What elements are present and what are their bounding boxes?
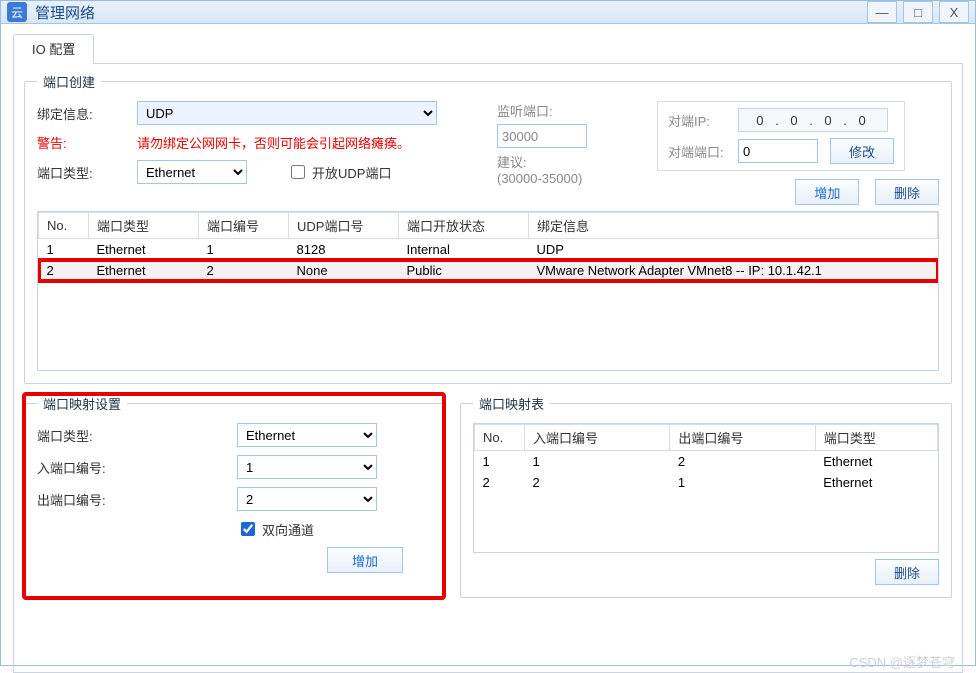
app-window: 云 管理网络 — □ X IO 配置 端口创建 绑定信息:: [0, 0, 976, 666]
open-udp-label: 开放UDP端口: [312, 163, 391, 182]
add-port-button[interactable]: 增加: [795, 179, 859, 205]
tab-strip: IO 配置: [13, 34, 963, 64]
peer-ip-input[interactable]: 0 . 0 . 0 . 0: [738, 108, 888, 132]
window-controls: — □ X: [867, 1, 969, 23]
delete-port-button[interactable]: 删除: [875, 179, 939, 205]
listen-port-label: 监听端口:: [497, 101, 627, 120]
maximize-button[interactable]: □: [903, 1, 933, 23]
open-udp-checkbox[interactable]: [291, 165, 305, 179]
bind-info-label: 绑定信息:: [37, 104, 137, 123]
watermark-text: CSDN @逐梦苍穹: [849, 652, 955, 671]
map-type-select[interactable]: Ethernet: [237, 423, 377, 447]
suggest-label: 建议:: [497, 152, 627, 171]
tab-io-config[interactable]: IO 配置: [13, 34, 94, 64]
content-area: IO 配置 端口创建 绑定信息: UDP 警: [1, 24, 975, 673]
table-row[interactable]: 1 1 2 Ethernet: [475, 451, 938, 473]
suggest-range: (30000-35000): [497, 171, 627, 186]
port-table: No. 端口类型 端口编号 UDP端口号 端口开放状态 绑定信息 1: [38, 212, 938, 281]
tab-panel: 端口创建 绑定信息: UDP 警告: 请勿绑定公网网卡，否则可能会引起网络瘫痪。: [13, 63, 963, 673]
port-type-select[interactable]: Ethernet: [137, 160, 247, 184]
port-table-header: No. 端口类型 端口编号 UDP端口号 端口开放状态 绑定信息: [39, 213, 938, 239]
warn-text: 请勿绑定公网网卡，否则可能会引起网络瘫痪。: [137, 133, 410, 152]
close-button[interactable]: X: [939, 1, 969, 23]
map-table-header: No. 入端口编号 出端口编号 端口类型: [475, 425, 938, 451]
port-type-label: 端口类型:: [37, 163, 137, 182]
peer-ip-label: 对端IP:: [668, 111, 738, 130]
map-table: No. 入端口编号 出端口编号 端口类型 1 1 2: [474, 424, 938, 493]
map-out-select[interactable]: 2: [237, 487, 377, 511]
minimize-button[interactable]: —: [867, 1, 897, 23]
port-create-group: 端口创建 绑定信息: UDP 警告: 请勿绑定公网网卡，否则可能会引起网络瘫痪。: [24, 72, 952, 384]
modify-button[interactable]: 修改: [830, 138, 894, 164]
map-in-select[interactable]: 1: [237, 455, 377, 479]
map-add-button[interactable]: 增加: [327, 547, 403, 573]
port-map-table-legend: 端口映射表: [473, 394, 550, 413]
bind-info-select[interactable]: UDP: [137, 101, 437, 125]
listen-port-input[interactable]: [497, 124, 587, 148]
port-map-set-group: 端口映射设置 端口类型: Ethernet 入端口编号: 1 出端口编号: 2: [24, 394, 444, 598]
bidirectional-label: 双向通道: [262, 520, 314, 539]
bidirectional-checkbox[interactable]: [241, 522, 255, 536]
table-row-selected[interactable]: 2 Ethernet 2 None Public VMware Network …: [39, 260, 938, 281]
port-create-legend: 端口创建: [37, 72, 101, 91]
port-table-wrap: No. 端口类型 端口编号 UDP端口号 端口开放状态 绑定信息 1: [37, 211, 939, 371]
map-delete-button[interactable]: 删除: [875, 559, 939, 585]
port-map-table-group: 端口映射表 No. 入端口编号 出端口编号 端口类型: [460, 394, 952, 598]
peer-box: 对端IP: 0 . 0 . 0 . 0 对端端口: 修改: [657, 101, 905, 171]
peer-port-label: 对端端口:: [668, 142, 738, 161]
title-bar: 云 管理网络 — □ X: [1, 1, 975, 24]
map-out-label: 出端口编号:: [37, 490, 237, 509]
map-in-label: 入端口编号:: [37, 458, 237, 477]
window-title: 管理网络: [35, 2, 867, 23]
app-logo-icon: 云: [7, 2, 27, 22]
map-type-label: 端口类型:: [37, 426, 237, 445]
table-row[interactable]: 1 Ethernet 1 8128 Internal UDP: [39, 239, 938, 261]
map-table-wrap: No. 入端口编号 出端口编号 端口类型 1 1 2: [473, 423, 939, 553]
peer-port-input[interactable]: [738, 139, 818, 163]
port-map-set-legend: 端口映射设置: [37, 394, 127, 413]
table-row[interactable]: 2 2 1 Ethernet: [475, 472, 938, 493]
warn-label: 警告:: [37, 133, 137, 152]
